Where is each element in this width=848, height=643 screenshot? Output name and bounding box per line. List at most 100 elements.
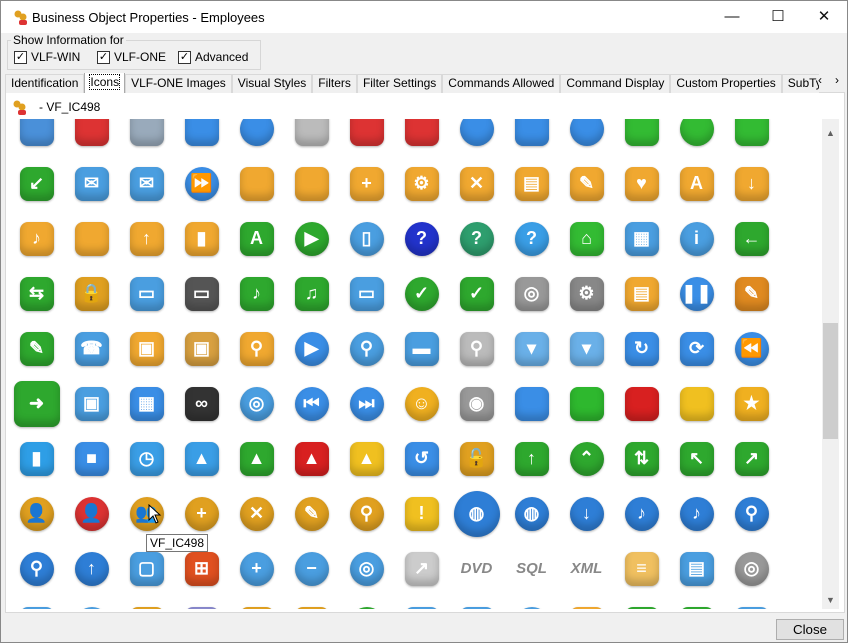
tab-custom-properties[interactable]: Custom Properties — [670, 74, 782, 93]
maximize-button[interactable]: ☐ — [755, 5, 801, 29]
icon-cell[interactable]: ! — [394, 486, 449, 541]
icon-cell[interactable]: ? — [504, 211, 559, 266]
scroll-down-arrow-icon[interactable]: ▼ — [822, 595, 839, 605]
icon-cell[interactable]: ◎ — [504, 266, 559, 321]
icon-cell[interactable] — [9, 596, 64, 609]
icon-cell[interactable]: 🔒 — [64, 266, 119, 321]
icon-cell[interactable]: ◎ — [724, 541, 779, 596]
icon-cell[interactable]: ⚙ — [394, 156, 449, 211]
icon-cell[interactable]: ≡ — [614, 541, 669, 596]
icon-cell[interactable]: ❚❚ — [669, 266, 724, 321]
icon-cell[interactable]: SQL — [504, 541, 559, 596]
icon-cell[interactable]: A — [229, 211, 284, 266]
icon-cell[interactable]: ▦ — [614, 211, 669, 266]
vlf-win-checkbox[interactable]: ✓ VLF-WIN — [14, 50, 80, 64]
icon-cell[interactable]: ✎ — [724, 266, 779, 321]
scrollbar-thumb[interactable] — [823, 323, 838, 439]
icon-cell[interactable]: 👥 — [119, 486, 174, 541]
icon-cell[interactable]: ⚲ — [229, 321, 284, 376]
tab-filter-settings[interactable]: Filter Settings — [356, 74, 443, 93]
icon-cell[interactable]: ✎ — [284, 486, 339, 541]
icon-cell[interactable] — [339, 596, 394, 609]
icon-cell[interactable] — [614, 596, 669, 609]
icon-cell[interactable] — [64, 211, 119, 266]
icon-cell[interactable]: ⚙ — [559, 266, 614, 321]
icon-cell[interactable]: ◍ — [449, 486, 504, 541]
icon-cell[interactable]: ♪ — [614, 486, 669, 541]
icon-cell[interactable] — [229, 119, 284, 156]
icon-cell[interactable]: ▤ — [614, 266, 669, 321]
icon-cell[interactable]: ☎ — [64, 321, 119, 376]
icon-cell[interactable]: ◉ — [449, 376, 504, 431]
icon-cell[interactable]: ↑ — [119, 211, 174, 266]
icon-cell[interactable] — [339, 119, 394, 156]
icon-cell[interactable]: ⇅ — [614, 431, 669, 486]
icon-cell[interactable]: i — [669, 211, 724, 266]
icon-cell[interactable] — [504, 376, 559, 431]
icon-cell[interactable]: ⌃ — [559, 431, 614, 486]
icon-cell[interactable] — [559, 596, 614, 609]
icon-cell[interactable]: ? — [394, 211, 449, 266]
icon-cell[interactable]: ■ — [64, 431, 119, 486]
icon-cell[interactable]: ▮ — [9, 431, 64, 486]
icon-cell[interactable] — [559, 119, 614, 156]
icon-cell[interactable]: ★ — [724, 376, 779, 431]
tab-command-display[interactable]: Command Display — [560, 74, 671, 93]
icon-cell[interactable] — [229, 156, 284, 211]
icon-cell[interactable]: ⚲ — [9, 541, 64, 596]
icon-cell[interactable]: ↓ — [559, 486, 614, 541]
icon-cell[interactable] — [119, 119, 174, 156]
icon-cell[interactable]: ♥ — [614, 156, 669, 211]
icon-cell[interactable]: + — [339, 156, 394, 211]
icon-cell[interactable]: ↑ — [504, 431, 559, 486]
icon-cell[interactable]: 👤 — [9, 486, 64, 541]
icon-cell[interactable]: ✎ — [559, 156, 614, 211]
icon-cell[interactable]: ⚲ — [339, 321, 394, 376]
icon-cell[interactable]: ⚲ — [449, 321, 504, 376]
icon-cell[interactable]: ▭ — [339, 266, 394, 321]
icon-cell[interactable] — [724, 596, 779, 609]
icon-cell[interactable] — [559, 376, 614, 431]
icon-cell[interactable]: ∞ — [174, 376, 229, 431]
icon-cell[interactable] — [64, 596, 119, 609]
icon-cell[interactable]: ▣ — [174, 321, 229, 376]
icon-cell[interactable]: ◷ — [119, 431, 174, 486]
icon-cell[interactable] — [504, 119, 559, 156]
icon-cell[interactable]: ◎ — [229, 376, 284, 431]
icon-cell[interactable] — [614, 119, 669, 156]
icon-cell[interactable] — [449, 596, 504, 609]
icon-cell[interactable]: ✓ — [449, 266, 504, 321]
icon-cell[interactable]: ✉ — [119, 156, 174, 211]
scroll-up-arrow-icon[interactable]: ▲ — [822, 128, 839, 138]
icon-cell[interactable] — [394, 596, 449, 609]
icon-cell[interactable]: ⏪ — [724, 321, 779, 376]
icon-cell[interactable]: ↙ — [9, 156, 64, 211]
icon-cell[interactable] — [669, 119, 724, 156]
tab-commands-allowed[interactable]: Commands Allowed — [442, 74, 561, 93]
icon-cell[interactable]: ✎ — [9, 321, 64, 376]
icon-cell[interactable]: ↓ — [724, 156, 779, 211]
icon-cell[interactable] — [504, 596, 559, 609]
icon-cell[interactable]: ⚲ — [339, 486, 394, 541]
icon-cell[interactable]: ↖ — [669, 431, 724, 486]
tab-vlf-one-images[interactable]: VLF-ONE Images — [125, 74, 232, 93]
tab-scroll-left[interactable]: ‹ — [818, 73, 822, 87]
icon-cell[interactable]: ▲ — [284, 431, 339, 486]
icon-cell[interactable]: ▦ — [119, 376, 174, 431]
icon-cell[interactable]: ▭ — [119, 266, 174, 321]
tab-icons[interactable]: Icons — [84, 73, 126, 93]
icon-cell[interactable] — [669, 596, 724, 609]
icon-cell[interactable]: ▲ — [339, 431, 394, 486]
icon-cell[interactable]: A — [669, 156, 724, 211]
icon-cell[interactable] — [449, 119, 504, 156]
icon-cell[interactable] — [284, 119, 339, 156]
icon-cell[interactable]: ▾ — [559, 321, 614, 376]
icon-cell[interactable] — [64, 119, 119, 156]
icon-cell[interactable] — [394, 119, 449, 156]
icon-cell[interactable]: ⚲ — [724, 486, 779, 541]
icon-cell[interactable] — [229, 596, 284, 609]
tab-scroll-right[interactable]: › — [835, 73, 839, 87]
minimize-button[interactable]: — — [709, 5, 755, 29]
icon-cell[interactable]: ▾ — [504, 321, 559, 376]
close-window-button[interactable]: ✕ — [801, 5, 847, 29]
